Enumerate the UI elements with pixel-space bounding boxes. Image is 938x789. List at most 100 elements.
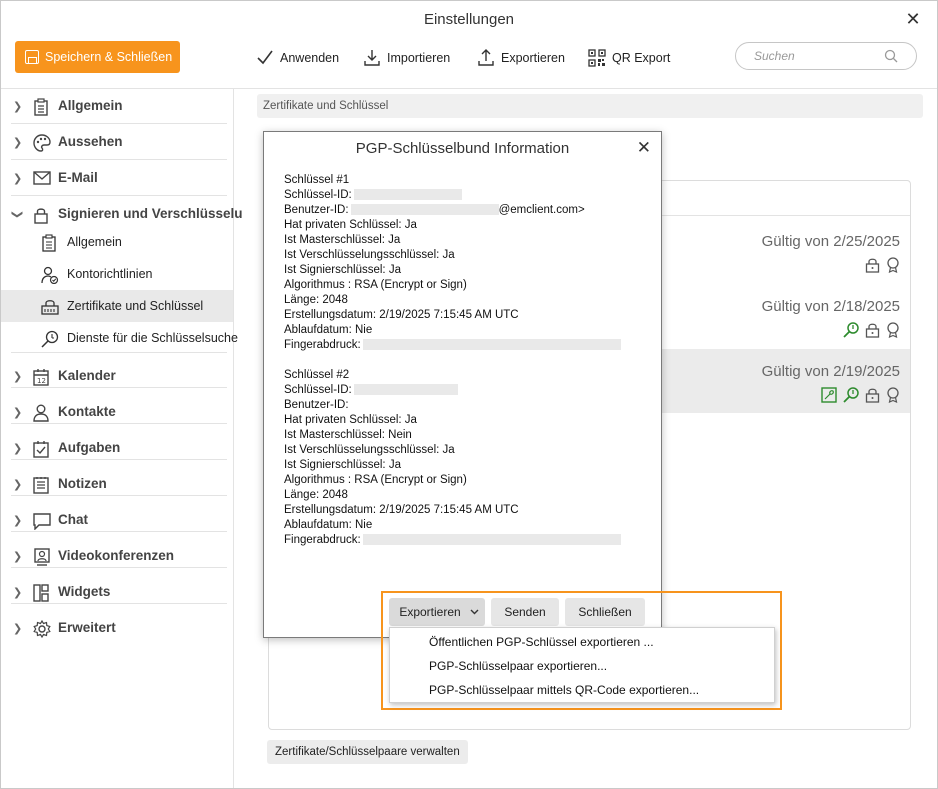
key2-user-label: Benutzer-ID: — [284, 399, 349, 411]
key2-id: Schlüssel-ID: — [284, 383, 654, 398]
sidebar-item-widgets[interactable]: ❯ Widgets — [1, 575, 227, 611]
key1-created: Erstellungsdatum: 2/19/2025 7:15:45 AM U… — [284, 309, 519, 321]
chevron-right-icon: ❯ — [13, 173, 23, 185]
sidebar-item-label: Kontakte — [58, 404, 116, 419]
task-icon — [33, 441, 49, 458]
chevron-right-icon: ❯ — [13, 515, 23, 527]
sidebar-subitem-zertifikate[interactable]: Zertifikate und Schlüssel — [1, 290, 233, 322]
import-button[interactable]: Importieren — [363, 47, 450, 69]
sidebar-item-label: Allgemein — [58, 98, 123, 113]
chevron-right-icon: ❯ — [13, 101, 23, 113]
key2-expires: Ablaufdatum: Nie — [284, 519, 373, 531]
key2-header: Schlüssel #2 — [284, 369, 350, 381]
sidebar-item-label: Aussehen — [58, 134, 123, 149]
sidebar-item-aussehen[interactable]: ❯ Aussehen — [1, 125, 227, 161]
sidebar-item-chat[interactable]: ❯ Chat — [1, 503, 227, 539]
import-label: Importieren — [387, 51, 451, 65]
menu-item-export-public-key[interactable]: Öffentlichen PGP-Schlüssel exportieren .… — [429, 630, 654, 654]
sidebar-item-videokonferenzen[interactable]: ❯ Videokonferenzen — [1, 539, 227, 575]
clipboard-icon — [34, 98, 48, 116]
qr-export-button[interactable]: QR Export — [588, 47, 670, 69]
lock-icon — [34, 208, 48, 224]
key1-sign: Ist Signierschlüssel: Ja — [284, 264, 401, 276]
sidebar-item-allgemein[interactable]: ❯ Allgemein — [1, 89, 227, 125]
redacted-value — [353, 189, 462, 201]
key2-length: Länge: 2048 — [284, 489, 348, 501]
manage-keypairs-button[interactable]: Zertifikate/Schlüsselpaare verwalten — [267, 740, 468, 764]
user-policy-icon — [41, 266, 59, 284]
envelope-icon — [33, 171, 51, 185]
sidebar-item-label: Aufgaben — [58, 440, 121, 455]
menu-item-export-keypair-qr[interactable]: PGP-Schlüsselpaar mittels QR-Code export… — [429, 678, 699, 702]
certificate-date: Gültig von 2/25/2025 — [761, 233, 900, 250]
redacted-value — [362, 534, 621, 546]
chevron-down-icon: ❯ — [11, 209, 24, 220]
dialog-close-icon[interactable]: ✕ — [637, 138, 651, 158]
sidebar-item-label: E-Mail — [58, 170, 98, 185]
sidebar-item-label: Chat — [58, 512, 88, 527]
save-icon — [25, 50, 39, 64]
chevron-right-icon: ❯ — [13, 551, 23, 563]
divider — [11, 531, 227, 532]
award-icon — [887, 257, 899, 273]
search-placeholder: Suchen — [754, 49, 795, 63]
sidebar-item-kalender[interactable]: ❯ 12 Kalender — [1, 359, 227, 395]
toolbar: Speichern & Schließen Anwenden Importier… — [1, 39, 937, 89]
sidebar-item-label: Notizen — [58, 476, 107, 491]
key1-encrypt: Ist Verschlüsselungsschlüssel: Ja — [284, 249, 455, 261]
key1-fp-label: Fingerabdruck: — [284, 339, 361, 351]
key2-master: Ist Masterschlüssel: Nein — [284, 429, 412, 441]
export-icon — [478, 49, 494, 66]
certificate-status-icons — [843, 322, 900, 338]
keyring-info: Schlüssel #1 Schlüssel-ID: Benutzer-ID: @… — [284, 173, 654, 548]
key-search-green-icon — [843, 322, 859, 338]
key1-master: Ist Masterschlüssel: Ja — [284, 234, 401, 246]
chevron-right-icon: ❯ — [13, 443, 23, 455]
export-button[interactable]: Exportieren — [477, 47, 565, 69]
sidebar-subitem-allgemein[interactable]: Allgemein — [1, 226, 233, 258]
divider — [11, 495, 227, 496]
pgp-keyring-dialog: PGP-Schlüsselbund Information ✕ Schlüsse… — [263, 131, 662, 638]
divider — [11, 352, 227, 353]
menu-item-export-keypair[interactable]: PGP-Schlüsselpaar exportieren... — [429, 654, 607, 678]
sidebar-item-kontakte[interactable]: ❯ Kontakte — [1, 395, 227, 431]
section-title: Zertifikate und Schlüssel — [257, 94, 923, 118]
sidebar-item-email[interactable]: ❯ E-Mail — [1, 161, 227, 197]
redacted-value — [362, 339, 621, 351]
chevron-right-icon: ❯ — [13, 407, 23, 419]
divider — [11, 567, 227, 568]
key2-fp-label: Fingerabdruck: — [284, 534, 361, 546]
divider — [11, 159, 227, 160]
settings-sidebar: ❯ Allgemein ❯ Aussehen ❯ E-Mail ❯ Signie… — [1, 89, 243, 788]
apply-button[interactable]: Anwenden — [256, 47, 339, 69]
sidebar-item-label: Videokonferenzen — [58, 548, 175, 563]
gear-icon — [33, 620, 51, 638]
window-close-icon[interactable]: ✕ — [903, 10, 923, 30]
sidebar-item-notizen[interactable]: ❯ Notizen — [1, 467, 227, 503]
sidebar-item-aufgaben[interactable]: ❯ Aufgaben — [1, 431, 227, 467]
export-label: Exportieren — [501, 51, 565, 65]
sidebar-subitem-label: Allgemein — [67, 235, 122, 249]
key2-fingerprint: Fingerabdruck: — [284, 533, 654, 548]
qr-export-label: QR Export — [612, 51, 671, 65]
key1-private: Hat privaten Schlüssel: Ja — [284, 219, 417, 231]
sidebar-subitem-label: Zertifikate und Schlüssel — [67, 299, 204, 313]
certificate-status-icons — [865, 257, 900, 273]
divider — [11, 423, 227, 424]
save-close-label: Speichern & Schließen — [45, 50, 173, 64]
sidebar-subitem-kontorichtlinien[interactable]: Kontorichtlinien — [1, 258, 233, 290]
key2-sign: Ist Signierschlüssel: Ja — [284, 459, 401, 471]
award-icon — [887, 387, 899, 403]
divider — [11, 459, 227, 460]
check-icon — [257, 50, 273, 65]
key1-length: Länge: 2048 — [284, 294, 348, 306]
sidebar-item-erweitert[interactable]: ❯ Erweitert — [1, 611, 227, 647]
key1-user: Benutzer-ID: @emclient.com> — [284, 203, 654, 218]
save-close-button[interactable]: Speichern & Schließen — [15, 41, 180, 73]
video-icon — [34, 548, 50, 566]
search-input[interactable]: Suchen — [735, 42, 917, 70]
apply-label: Anwenden — [280, 51, 340, 65]
key2-created: Erstellungsdatum: 2/19/2025 7:15:45 AM U… — [284, 504, 519, 516]
sidebar-subitem-schluesselsuche[interactable]: Dienste für die Schlüsselsuche — [1, 322, 238, 354]
chat-icon — [33, 513, 51, 530]
